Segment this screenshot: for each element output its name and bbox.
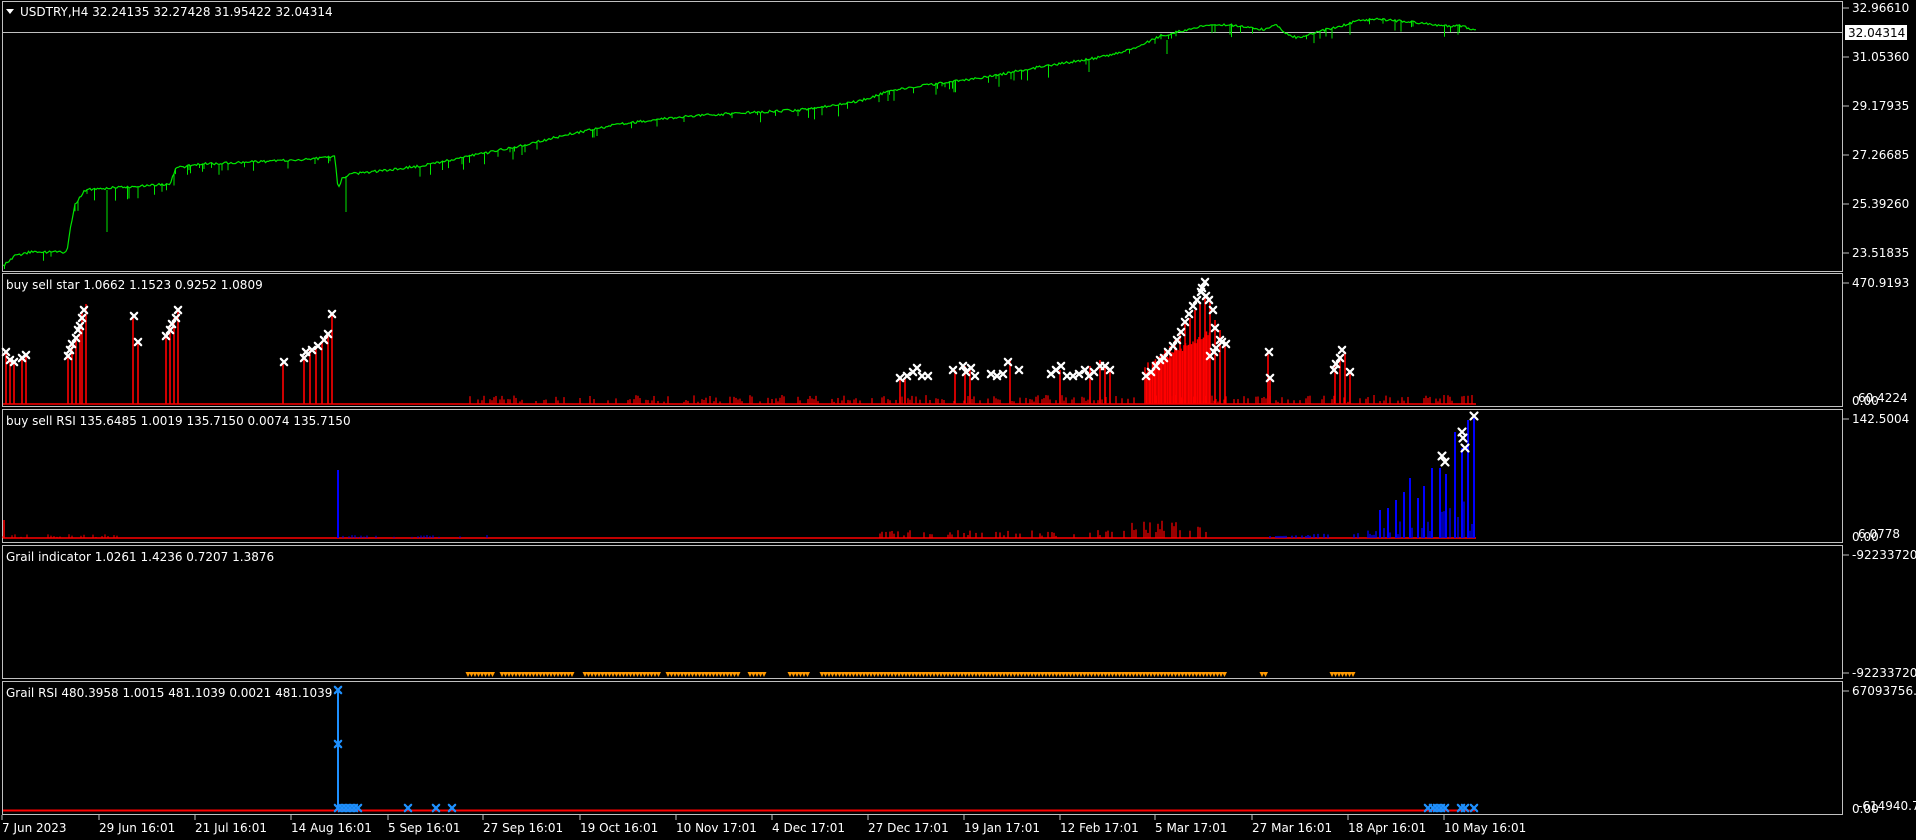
scale-label: 470.9193: [1852, 276, 1909, 290]
time-axis-label: 18 Apr 16:01: [1348, 821, 1426, 835]
time-axis-label: 27 Dec 17:01: [868, 821, 949, 835]
price-scale-label: 32.96610: [1852, 1, 1909, 15]
price-scale-label: 25.39260: [1852, 197, 1909, 211]
time-axis-label: 27 Mar 16:01: [1252, 821, 1332, 835]
time-axis-label: 5 Sep 16:01: [388, 821, 460, 835]
indicator-label: buy sell star 1.0662 1.1523 0.9252 1.080…: [6, 278, 263, 292]
time-axis-label: 12 Feb 17:01: [1060, 821, 1139, 835]
time-axis-label: 4 Dec 17:01: [772, 821, 845, 835]
time-axis-label: 7 Jun 2023: [2, 821, 67, 835]
current-price-value: 32.04314: [1848, 26, 1905, 40]
indicator-label: buy sell RSI 135.6485 1.0019 135.7150 0.…: [6, 414, 351, 428]
scale-label: 6.0778: [1858, 527, 1900, 541]
symbol-header: USDTRY,H4 32.24135 32.27428 31.95422 32.…: [20, 5, 333, 19]
time-axis-label: 5 Mar 17:01: [1155, 821, 1228, 835]
scale-label: 67093756.2: [1852, 684, 1916, 698]
scale-label: -9223372036854775808: [1852, 548, 1916, 562]
scale-label: -9223372036854775808: [1852, 666, 1916, 680]
time-axis-label: 21 Jul 16:01: [195, 821, 267, 835]
price-scale-label: 27.26685: [1852, 148, 1909, 162]
chart-window[interactable]: USDTRY,H4 32.24135 32.27428 31.95422 32.…: [0, 0, 1916, 840]
time-axis-label: 19 Jan 17:01: [964, 821, 1040, 835]
price-scale-label: 29.17935: [1852, 99, 1909, 113]
time-axis-label: 27 Sep 16:01: [483, 821, 563, 835]
scale-label: 60.4224: [1858, 391, 1908, 405]
price-scale-label: 31.05360: [1852, 50, 1909, 64]
scale-label: -614940.77: [1858, 799, 1916, 813]
time-axis-label: 19 Oct 16:01: [580, 821, 658, 835]
time-axis-label: 10 Nov 17:01: [676, 821, 757, 835]
price-scale-label: 23.51835: [1852, 246, 1909, 260]
indicator-label: Grail indicator 1.0261 1.4236 0.7207 1.3…: [6, 550, 274, 564]
scale-label: 142.5004: [1852, 412, 1909, 426]
time-axis-label: 14 Aug 16:01: [291, 821, 372, 835]
time-axis-label: 10 May 16:01: [1444, 821, 1526, 835]
time-axis-label: 29 Jun 16:01: [99, 821, 175, 835]
indicator-label: Grail RSI 480.3958 1.0015 481.1039 0.002…: [6, 686, 332, 700]
